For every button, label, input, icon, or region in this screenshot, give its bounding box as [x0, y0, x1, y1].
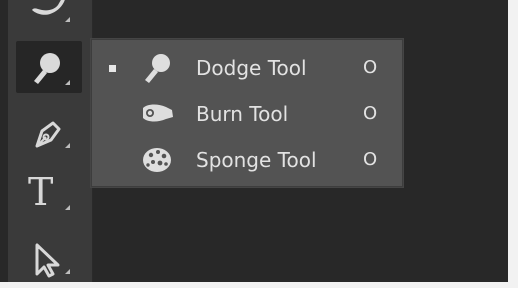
- menu-item-label: Dodge Tool: [196, 56, 307, 80]
- tool-group-corner-indicator: [65, 205, 70, 210]
- menu-item-sponge-tool[interactable]: Sponge Tool O: [91, 137, 403, 181]
- keyboard-shortcut: O: [363, 149, 378, 170]
- pen-tool-button[interactable]: [16, 104, 82, 156]
- type-icon: T: [28, 170, 54, 214]
- burn-icon: [143, 104, 173, 122]
- tool-group-corner-indicator: [65, 17, 70, 22]
- menu-item-label: Burn Tool: [196, 102, 289, 126]
- dodge-icon: [145, 54, 170, 83]
- selected-tool-marker: [109, 65, 116, 72]
- dodge-tool-flyout-menu: Dodge Tool O Burn Tool O Sponge Tool O: [90, 38, 404, 188]
- tool-group-corner-indicator: [65, 269, 70, 274]
- screenshot-frame: T Dodge Tool O Burn Tool O Sponge Tool O: [0, 0, 518, 288]
- tool-group-corner-indicator: [65, 143, 70, 148]
- keyboard-shortcut: O: [363, 103, 378, 124]
- pen-icon: [35, 121, 61, 148]
- tool-button-partial[interactable]: [16, 0, 82, 30]
- path-selection-icon: [35, 243, 60, 278]
- keyboard-shortcut: O: [363, 57, 378, 78]
- tools-panel: T: [8, 0, 93, 282]
- menu-item-burn-tool[interactable]: Burn Tool O: [91, 91, 403, 135]
- path-selection-tool-button[interactable]: [16, 230, 82, 282]
- menu-item-dodge-tool[interactable]: Dodge Tool O: [91, 45, 403, 89]
- tool-group-corner-indicator: [65, 80, 70, 85]
- dodge-icon: [34, 53, 60, 84]
- sponge-icon: [143, 148, 171, 172]
- type-tool-button[interactable]: T: [16, 166, 82, 218]
- menu-item-label: Sponge Tool: [196, 148, 317, 172]
- dodge-tool-button[interactable]: [16, 41, 82, 93]
- hand-icon: [32, 0, 65, 15]
